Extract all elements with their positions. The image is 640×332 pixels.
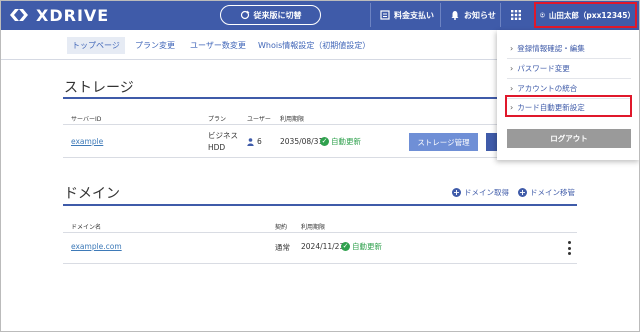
menu-divider <box>507 78 631 79</box>
storage-auto-renew-label: 自動更新 <box>331 137 361 146</box>
column-header-server-id: サーバーID <box>71 116 102 123</box>
table-divider <box>63 232 577 233</box>
menu-item-merge-accounts[interactable]: › アカウントの統合 <box>510 83 577 94</box>
refresh-icon <box>240 10 249 20</box>
plan-storage-type: HDD <box>208 143 226 152</box>
header-divider <box>440 3 441 27</box>
user-menu-button[interactable]: 山田太郎（pxx12345） <box>534 2 637 28</box>
domain-section-title: ドメイン <box>64 186 120 202</box>
billing-icon <box>380 10 390 20</box>
storage-section-title: ストレージ <box>64 80 134 96</box>
user-icon <box>540 12 545 18</box>
bell-icon <box>451 11 459 20</box>
domain-name-link[interactable]: example.com <box>71 242 122 251</box>
user-name-label: 山田太郎（pxx12345） <box>548 10 635 20</box>
chevron-right-icon: › <box>510 84 514 93</box>
more-options-icon[interactable] <box>566 241 572 255</box>
column-header-expiry: 利用期限 <box>280 116 305 123</box>
menu-item-label: 登録情報確認・編集 <box>517 44 585 53</box>
chevron-right-icon: › <box>510 44 514 53</box>
notice-link[interactable]: お知らせ <box>450 0 496 30</box>
logo-text: XDRIVE <box>36 5 110 25</box>
subnav-whois-settings[interactable]: Whois情報設定（初期値設定） <box>258 37 370 54</box>
check-circle-icon: ✓ <box>341 242 350 251</box>
domain-expiry-date: 2024/11/23 <box>301 242 345 251</box>
server-id-link[interactable]: example <box>71 137 103 146</box>
domain-transfer-link[interactable]: + ドメイン移管 <box>518 187 575 198</box>
highlight-box <box>505 95 632 117</box>
xdrive-logo[interactable]: XDRIVE <box>8 5 110 25</box>
menu-item-label: アカウントの統合 <box>517 84 578 93</box>
switch-legacy-label: 従来版に切替 <box>253 10 302 20</box>
billing-link[interactable]: 料金支払い <box>380 0 434 30</box>
check-circle-icon: ✓ <box>320 137 329 146</box>
top-header: XDRIVE 従来版に切替 料金支払い お知らせ 山田太郎（pxx12345） <box>0 0 640 30</box>
plus-circle-icon: + <box>452 188 461 197</box>
domain-acquire-link[interactable]: + ドメイン取得 <box>452 187 509 198</box>
column-header-plan: プラン <box>208 116 227 123</box>
plan-name: ビジネス <box>208 131 238 140</box>
user-count-value: 6 <box>257 137 262 146</box>
menu-item-label: パスワード変更 <box>517 64 570 73</box>
domain-auto-renew-status: ✓ 自動更新 <box>341 241 382 252</box>
column-header-domain-name: ドメイン名 <box>71 224 102 231</box>
grid-icon <box>511 10 521 20</box>
billing-label: 料金支払い <box>394 10 434 20</box>
chevron-right-icon: › <box>510 64 514 73</box>
table-divider <box>63 263 577 264</box>
storage-expiry-date: 2035/08/31 <box>280 137 324 146</box>
apps-menu-button[interactable] <box>511 0 521 30</box>
person-icon <box>247 137 254 146</box>
domain-acquire-label: ドメイン取得 <box>464 188 509 197</box>
subnav-user-count-change[interactable]: ユーザー数変更 <box>190 37 246 54</box>
domain-contract-type: 通常 <box>275 243 290 252</box>
plus-circle-icon: + <box>518 188 527 197</box>
domain-transfer-label: ドメイン移管 <box>530 188 575 197</box>
logout-button[interactable]: ログアウト <box>507 129 631 148</box>
xdrive-logo-icon <box>10 9 28 21</box>
column-header-users: ユーザー <box>247 116 271 123</box>
storage-manage-button[interactable]: ストレージ管理 <box>409 133 478 151</box>
subnav-top-page[interactable]: トップページ <box>67 37 125 54</box>
menu-item-edit-profile[interactable]: › 登録情報確認・編集 <box>510 43 585 54</box>
storage-auto-renew-status: ✓ 自動更新 <box>320 136 361 147</box>
menu-divider <box>507 58 631 59</box>
switch-legacy-button[interactable]: 従来版に切替 <box>220 5 321 25</box>
domain-auto-renew-label: 自動更新 <box>352 242 382 251</box>
notice-label: お知らせ <box>464 10 496 20</box>
section-divider <box>63 204 577 206</box>
header-divider <box>370 3 371 27</box>
menu-item-change-password[interactable]: › パスワード変更 <box>510 63 570 74</box>
column-header-contract: 契約 <box>275 224 288 231</box>
user-count: 6 <box>247 137 262 146</box>
subnav-plan-change[interactable]: プラン変更 <box>135 37 175 54</box>
header-divider <box>500 3 501 27</box>
column-header-expiry: 利用期限 <box>301 224 326 231</box>
